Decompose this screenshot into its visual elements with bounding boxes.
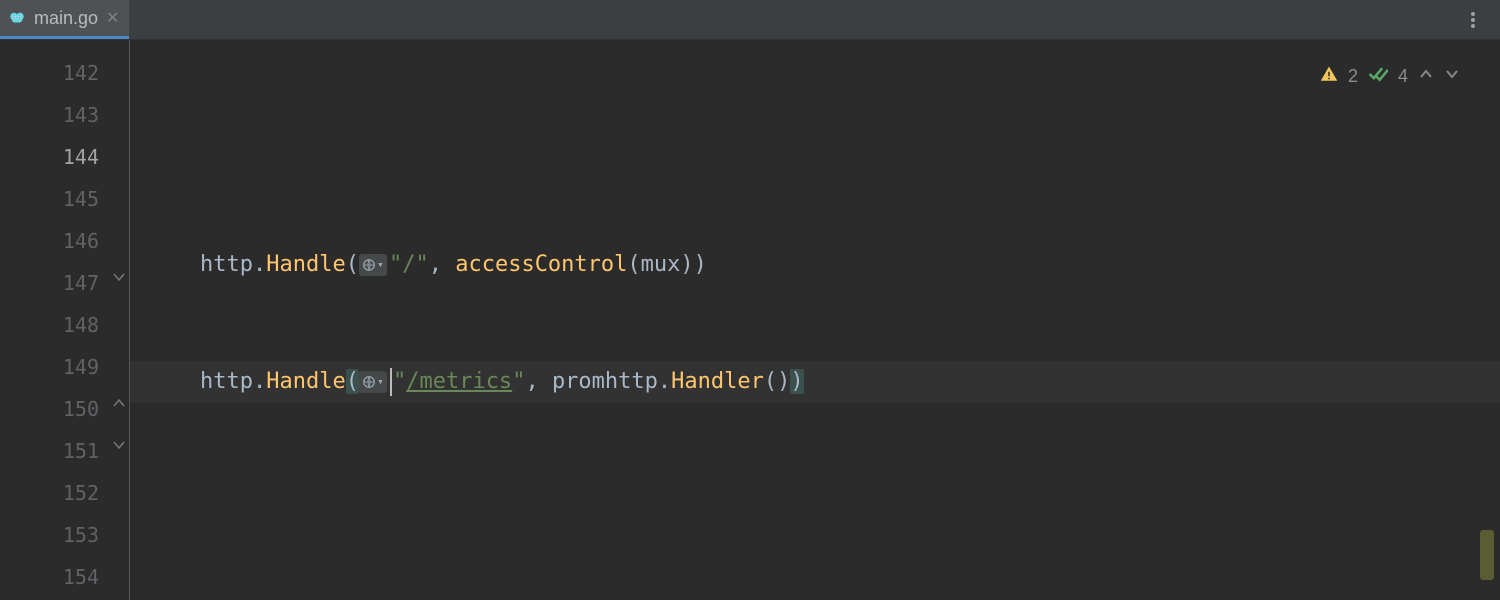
warning-count: 2 bbox=[1348, 66, 1358, 87]
fold-expand-icon[interactable] bbox=[112, 397, 126, 411]
pass-count: 4 bbox=[1398, 66, 1408, 87]
scrollbar-marker[interactable] bbox=[1480, 530, 1494, 580]
line-number[interactable]: 144 bbox=[0, 136, 129, 178]
close-icon[interactable]: ✕ bbox=[106, 8, 119, 28]
chevron-up-icon[interactable] bbox=[1418, 66, 1434, 87]
line-number[interactable]: 153 bbox=[0, 514, 129, 556]
tab-label: main.go bbox=[34, 8, 98, 29]
check-icon bbox=[1368, 66, 1388, 87]
globe-icon[interactable]: ▾ bbox=[359, 371, 387, 393]
line-number[interactable]: 149 bbox=[0, 346, 129, 388]
line-number[interactable]: 148 bbox=[0, 304, 129, 346]
gutter[interactable]: 142 143 144 145 146 147 148 149 150 151 … bbox=[0, 40, 130, 600]
kebab-menu-icon[interactable] bbox=[1458, 0, 1488, 39]
fold-collapse-icon[interactable] bbox=[112, 439, 126, 453]
code-line[interactable] bbox=[130, 478, 1500, 520]
globe-icon[interactable]: ▾ bbox=[359, 254, 387, 276]
line-number[interactable]: 145 bbox=[0, 178, 129, 220]
tab-bar: main.go ✕ bbox=[0, 0, 1500, 40]
line-number[interactable]: 154 bbox=[0, 556, 129, 598]
warning-icon bbox=[1320, 65, 1338, 88]
code-line[interactable]: http.Handle(▾"/", accessControl(mux)) bbox=[130, 244, 1500, 286]
tab-main-go[interactable]: main.go ✕ bbox=[0, 0, 129, 39]
code-line[interactable]: http.Handle(▾"/metrics", promhttp.Handle… bbox=[130, 361, 1500, 403]
line-number[interactable]: 146 bbox=[0, 220, 129, 262]
code-line[interactable]: errs := make(chan error, 2) bbox=[130, 595, 1500, 600]
line-number[interactable]: 143 bbox=[0, 94, 129, 136]
inspection-summary[interactable]: 2 4 bbox=[1320, 65, 1460, 88]
go-file-icon bbox=[8, 9, 26, 27]
code-area[interactable]: http.Handle(▾"/", accessControl(mux)) ht… bbox=[130, 40, 1500, 600]
line-number[interactable]: 147 bbox=[0, 262, 129, 304]
line-number[interactable]: 142 bbox=[0, 52, 129, 94]
editor: 2 4 142 143 144 145 146 147 148 149 150 … bbox=[0, 40, 1500, 600]
line-number[interactable]: 152 bbox=[0, 472, 129, 514]
caret bbox=[390, 368, 392, 396]
chevron-down-icon[interactable] bbox=[1444, 66, 1460, 87]
code-line[interactable] bbox=[130, 127, 1500, 169]
line-number[interactable]: 150 bbox=[0, 388, 129, 430]
line-number[interactable]: 151 bbox=[0, 430, 129, 472]
fold-collapse-icon[interactable] bbox=[112, 271, 126, 285]
